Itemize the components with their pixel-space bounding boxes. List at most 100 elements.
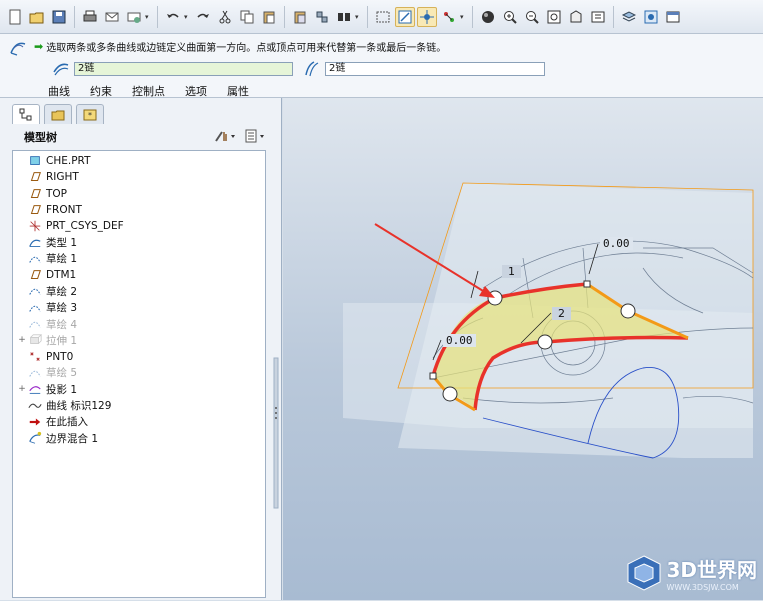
- status-message-text: 选取两条或多条曲线或边链定义曲面第一方向。点或顶点可用来代替第一条或最后一条链。: [46, 43, 447, 54]
- tangent-value-left[interactable]: 0.00: [443, 334, 476, 347]
- dropdown-arrow-icon[interactable]: ▾: [460, 13, 468, 21]
- spin-center-icon: [420, 9, 434, 24]
- reorient-button[interactable]: [566, 7, 586, 27]
- tab-control-points[interactable]: 控制点: [132, 83, 165, 99]
- regenerate-icon: [316, 11, 328, 22]
- tree-item[interactable]: TOP: [17, 186, 67, 202]
- tree-item[interactable]: DTM1: [17, 267, 76, 283]
- tab-curves[interactable]: 曲线: [48, 83, 70, 99]
- svg-text:*: *: [88, 111, 92, 120]
- tree-item[interactable]: 草绘 2: [17, 283, 77, 299]
- second-direction-collector[interactable]: 2链: [325, 62, 545, 76]
- insert-here-icon: [27, 415, 43, 429]
- toolbar-separator: [613, 5, 614, 28]
- tree-item[interactable]: 在此插入: [17, 414, 88, 430]
- save-button[interactable]: [49, 7, 69, 27]
- print-button[interactable]: [80, 7, 100, 27]
- curve-label-1: 1: [502, 265, 521, 278]
- model-tree-tab[interactable]: [12, 104, 40, 124]
- paste-button[interactable]: [259, 7, 279, 27]
- tangency-handle[interactable]: [442, 386, 458, 402]
- boundary-blend-icon: [8, 38, 28, 58]
- tree-item[interactable]: PNT0: [17, 349, 73, 365]
- open-button[interactable]: [27, 7, 47, 27]
- endpoint-handle[interactable]: [583, 280, 591, 288]
- zoom-out-button[interactable]: [522, 7, 542, 27]
- tab-options[interactable]: 选项: [185, 83, 207, 99]
- tree-item[interactable]: 草绘 5: [17, 365, 77, 381]
- sketch-icon: [27, 317, 43, 331]
- model-tree-icon: [19, 108, 32, 120]
- dropdown-arrow-icon[interactable]: ▾: [145, 13, 153, 21]
- dropdown-arrow-icon[interactable]: ▾: [184, 13, 192, 21]
- cut-button[interactable]: [215, 7, 235, 27]
- refit-button[interactable]: [544, 7, 564, 27]
- expand-icon[interactable]: +: [17, 384, 27, 394]
- view-manager-button[interactable]: [641, 7, 661, 27]
- tangent-value-top[interactable]: 0.00: [600, 237, 633, 250]
- shading-button[interactable]: [478, 7, 498, 27]
- layers-button[interactable]: [619, 7, 639, 27]
- tree-item[interactable]: RIGHT: [17, 169, 79, 185]
- tree-item[interactable]: 边界混合 1: [17, 430, 98, 446]
- window-button[interactable]: [663, 7, 683, 27]
- tree-item-label: 草绘 3: [46, 302, 78, 315]
- tree-item[interactable]: 曲线 标识129: [17, 398, 111, 414]
- paste-special-icon: [294, 11, 306, 23]
- saved-views-icon: [591, 11, 605, 22]
- orientation-button[interactable]: [439, 7, 459, 27]
- toolbar-separator: [157, 5, 158, 28]
- show-menu-icon[interactable]: [244, 129, 266, 146]
- select-box-icon: [376, 11, 390, 22]
- curve-icon: [27, 399, 43, 413]
- copy-icon: [240, 10, 254, 23]
- graphics-window[interactable]: 1 2 0.00 0.00 3D世界网 WWW.3DSJW.COM: [283, 98, 763, 600]
- first-direction-collector[interactable]: 2链: [74, 62, 293, 76]
- copy-button[interactable]: [237, 7, 257, 27]
- sketch-icon: [27, 252, 43, 266]
- email-link-button[interactable]: [124, 7, 144, 27]
- sketch-icon: [27, 284, 43, 298]
- tangency-handle[interactable]: [537, 334, 553, 350]
- tree-item[interactable]: + 拉伸 1: [17, 332, 77, 348]
- tree-item[interactable]: 草绘 3: [17, 300, 77, 316]
- datum-point-icon: [27, 350, 43, 364]
- repaint-button[interactable]: [395, 6, 415, 27]
- paste-special-button[interactable]: [290, 7, 310, 27]
- folder-browser-tab[interactable]: [44, 104, 72, 124]
- boundary-blend-icon: [27, 431, 43, 445]
- find-button[interactable]: [334, 7, 354, 27]
- favorites-icon: *: [83, 109, 97, 120]
- redo-button[interactable]: [193, 7, 213, 27]
- model-view: [343, 182, 754, 459]
- undo-button[interactable]: [163, 7, 183, 27]
- first-direction-icon: [52, 60, 70, 78]
- tree-item[interactable]: 草绘 1: [17, 251, 77, 267]
- tree-item[interactable]: + 投影 1: [17, 381, 77, 397]
- expand-icon[interactable]: +: [17, 335, 27, 345]
- tree-item-label: RIGHT: [46, 171, 79, 184]
- panel-splitter[interactable]: [272, 278, 280, 598]
- tab-properties[interactable]: 属性: [227, 83, 249, 99]
- tree-item[interactable]: CHE.PRT: [17, 153, 90, 169]
- regenerate-button[interactable]: [312, 7, 332, 27]
- tree-item-label: 曲线 标识129: [46, 400, 112, 412]
- dropdown-arrow-icon[interactable]: ▾: [355, 13, 363, 21]
- tab-constraints[interactable]: 约束: [90, 83, 112, 99]
- tree-item[interactable]: PRT_CSYS_DEF: [17, 218, 124, 234]
- select-box-button[interactable]: [373, 7, 393, 27]
- endpoint-handle[interactable]: [429, 372, 437, 380]
- email-button[interactable]: [102, 7, 122, 27]
- settings-icon[interactable]: [214, 129, 236, 146]
- new-button[interactable]: [5, 7, 25, 27]
- tree-item[interactable]: 草绘 4: [17, 316, 77, 332]
- favorites-tab[interactable]: *: [76, 104, 104, 124]
- tree-item[interactable]: 类型 1: [17, 235, 77, 251]
- tree-item-label: 投影 1: [46, 383, 78, 396]
- zoom-in-button[interactable]: [500, 7, 520, 27]
- saved-views-button[interactable]: [588, 7, 608, 27]
- tree-item[interactable]: FRONT: [17, 202, 82, 218]
- spin-center-button[interactable]: [417, 6, 437, 27]
- tangency-handle[interactable]: [620, 303, 636, 319]
- refit-icon: [547, 10, 561, 23]
